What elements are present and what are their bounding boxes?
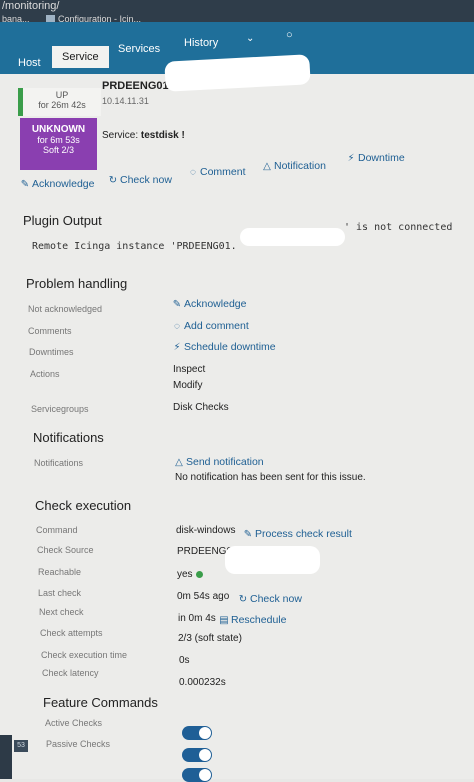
service-flag: !	[181, 130, 185, 141]
service-status-badge: UNKNOWN for 6m 53s Soft 2/3	[20, 118, 97, 170]
plug-icon: ⚡	[347, 153, 355, 164]
schedule-downtime-label: Schedule downtime	[184, 341, 276, 353]
actions-label: Actions	[30, 369, 60, 379]
redaction-block	[240, 228, 345, 246]
process-check-result-link[interactable]: ✎ Process check result	[243, 528, 352, 540]
servicegroups-value[interactable]: Disk Checks	[173, 402, 229, 413]
acknowledge-label: Acknowledge	[32, 178, 95, 190]
service-state: UNKNOWN	[31, 124, 86, 135]
sidebar-edge	[0, 735, 12, 779]
host-name[interactable]: PRDEENG01	[102, 80, 169, 92]
check-attempts-value: 2/3 (soft state)	[178, 633, 242, 644]
check-latency-label: Check latency	[42, 668, 99, 678]
status-dot-icon	[195, 570, 203, 578]
reschedule-link[interactable]: ▤ Reschedule	[219, 614, 286, 626]
check-execution-time-label: Check execution time	[41, 650, 128, 660]
service-line: Service: testdisk !	[102, 130, 185, 141]
plugin-output-title: Plugin Output	[23, 213, 102, 228]
acknowledge-button[interactable]: ✎ Acknowledge	[20, 178, 95, 190]
active-checks-label: Active Checks	[45, 718, 103, 728]
active-checks-toggle[interactable]	[182, 726, 212, 740]
notifications-title: Notifications	[33, 430, 104, 445]
host-duration: for 26m 42s	[38, 100, 86, 110]
tab-services[interactable]: Services	[108, 38, 170, 60]
check-execution-time-value: 0s	[179, 655, 190, 666]
send-notification-link[interactable]: △ Send notification	[174, 456, 264, 468]
refresh-icon[interactable]: ○	[276, 24, 303, 46]
add-comment-label: Add comment	[184, 320, 249, 332]
tab-host[interactable]: Host	[8, 52, 51, 74]
url-bar[interactable]: /monitoring/	[2, 0, 59, 12]
feature-toggle[interactable]	[182, 768, 212, 782]
downtimes-label: Downtimes	[29, 347, 74, 357]
next-check-label: Next check	[39, 607, 84, 617]
feature-commands-title: Feature Commands	[43, 695, 158, 710]
reachable-label: Reachable	[38, 567, 82, 577]
schedule-downtime-link[interactable]: ⚡ Schedule downtime	[172, 341, 276, 353]
comment-button[interactable]: ◌ Comment	[188, 166, 246, 178]
tab-history[interactable]: History	[174, 32, 228, 54]
reschedule-label: Reschedule	[231, 614, 287, 626]
tab-service[interactable]: Service	[52, 46, 109, 68]
check-now-link-label: Check now	[250, 593, 302, 605]
bell-icon: △	[175, 457, 183, 468]
plugin-output-text-start: Remote Icinga instance 'PRDEENG01.	[32, 241, 237, 252]
notification-label: Notification	[274, 160, 326, 172]
bell-icon: △	[263, 161, 271, 172]
process-check-result-label: Process check result	[255, 528, 352, 540]
chevron-down-icon[interactable]: ⌄	[236, 28, 264, 50]
downtime-button[interactable]: ⚡ Downtime	[346, 152, 405, 164]
passive-checks-label: Passive Checks	[46, 739, 111, 749]
check-attempts-label: Check attempts	[40, 628, 103, 638]
servicegroups-label: Servicegroups	[31, 404, 89, 414]
downtime-label: Downtime	[358, 152, 405, 164]
problem-handling-title: Problem handling	[26, 276, 128, 291]
host-ip: 10.14.11.31	[102, 96, 149, 106]
check-now-link[interactable]: ↻ Check now	[238, 593, 302, 605]
host-state: UP	[55, 90, 69, 100]
redaction-block	[225, 546, 320, 574]
service-label: Service:	[102, 130, 139, 141]
reachable-value: yes	[177, 569, 203, 580]
command-value: disk-windows	[176, 525, 236, 536]
corner-badge[interactable]: 53	[14, 740, 28, 752]
refresh-icon: ↻	[238, 594, 248, 605]
notification-button[interactable]: △ Notification	[262, 160, 326, 172]
edit-icon: ✎	[243, 529, 253, 540]
acknowledge-link[interactable]: ✎ Acknowledge	[172, 298, 247, 310]
command-label: Command	[36, 525, 78, 535]
host-status-badge: UP for 26m 42s	[18, 88, 101, 116]
passive-checks-toggle[interactable]	[182, 748, 212, 762]
refresh-icon: ↻	[108, 175, 118, 186]
edit-icon: ✎	[172, 299, 182, 310]
modify-link[interactable]: Modify	[173, 380, 202, 391]
add-comment-link[interactable]: ◌ Add comment	[172, 320, 249, 332]
not-acknowledged-label: Not acknowledged	[28, 304, 103, 314]
last-check-label: Last check	[38, 588, 82, 598]
check-now-label: Check now	[120, 174, 172, 186]
check-latency-value: 0.000232s	[179, 677, 226, 688]
comment-icon: ◌	[174, 321, 180, 332]
inspect-link[interactable]: Inspect	[173, 364, 205, 375]
comment-icon: ◌	[190, 167, 196, 178]
comments-label: Comments	[28, 326, 72, 336]
reachable-text: yes	[177, 569, 193, 580]
send-notification-label: Send notification	[186, 456, 264, 468]
comment-label: Comment	[200, 166, 246, 178]
plug-icon: ⚡	[173, 342, 181, 353]
service-duration: for 6m 53s	[37, 135, 80, 145]
plugin-output-text-end: ' is not connected	[344, 222, 453, 233]
no-notification-text: No notification has been sent for this i…	[175, 472, 366, 483]
acknowledge-link-label: Acknowledge	[184, 298, 247, 310]
check-source-label: Check Source	[37, 545, 94, 555]
service-soft-state: Soft 2/3	[42, 145, 75, 155]
calendar-icon: ▤	[219, 615, 229, 626]
next-check-value: in 0m 4s	[178, 613, 216, 624]
notifications-label: Notifications	[34, 458, 84, 468]
last-check-value: 0m 54s ago	[177, 591, 230, 602]
edit-icon: ✎	[20, 179, 30, 190]
service-name[interactable]: testdisk	[141, 130, 179, 141]
check-execution-title: Check execution	[35, 498, 132, 513]
check-now-button[interactable]: ↻ Check now	[108, 174, 172, 186]
